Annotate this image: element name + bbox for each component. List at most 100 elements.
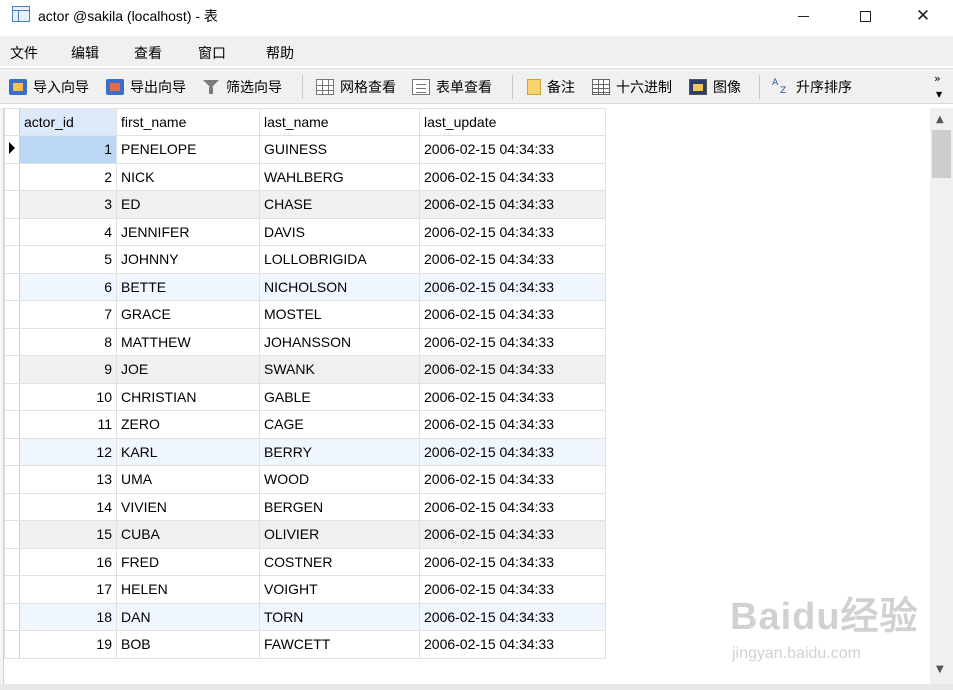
cell-last-name[interactable]: JOHANSSON	[259, 327, 420, 356]
row-indicator[interactable]	[4, 217, 20, 246]
row-indicator[interactable]	[4, 190, 20, 219]
cell-first-name[interactable]: GRACE	[116, 300, 260, 329]
cell-first-name[interactable]: BOB	[116, 630, 260, 659]
cell-last-name[interactable]: MOSTEL	[259, 300, 420, 329]
table-row[interactable]: 6 BETTE NICHOLSON 2006-02-15 04:34:33	[4, 272, 606, 301]
cell-first-name[interactable]: CHRISTIAN	[116, 382, 260, 411]
cell-last-name[interactable]: TORN	[259, 602, 420, 631]
cell-last-name[interactable]: CHASE	[259, 190, 420, 219]
cell-actor-id[interactable]: 19	[19, 630, 117, 659]
import-wizard-button[interactable]: 导入向导	[9, 77, 89, 97]
cell-actor-id[interactable]: 5	[19, 245, 117, 274]
export-wizard-button[interactable]: 导出向导	[106, 77, 186, 97]
cell-first-name[interactable]: UMA	[116, 465, 260, 494]
cell-last-name[interactable]: WOOD	[259, 465, 420, 494]
cell-first-name[interactable]: JOE	[116, 355, 260, 384]
cell-last-update[interactable]: 2006-02-15 04:34:33	[419, 272, 606, 301]
table-row[interactable]: 19 BOB FAWCETT 2006-02-15 04:34:33	[4, 630, 606, 659]
row-indicator[interactable]	[4, 410, 20, 439]
row-indicator[interactable]	[4, 520, 20, 549]
sort-ascending-button[interactable]: 升序排序	[772, 77, 852, 97]
cell-last-update[interactable]: 2006-02-15 04:34:33	[419, 162, 606, 191]
maximize-button[interactable]	[842, 0, 888, 32]
cell-first-name[interactable]: CUBA	[116, 520, 260, 549]
cell-last-name[interactable]: GUINESS	[259, 135, 420, 164]
cell-last-update[interactable]: 2006-02-15 04:34:33	[419, 217, 606, 246]
table-row[interactable]: 5 JOHNNY LOLLOBRIGIDA 2006-02-15 04:34:33	[4, 245, 606, 274]
cell-last-name[interactable]: VOIGHT	[259, 575, 420, 604]
vertical-scrollbar[interactable]: ▲ ▼	[930, 108, 953, 684]
cell-actor-id[interactable]: 12	[19, 437, 117, 466]
cell-last-name[interactable]: BERGEN	[259, 492, 420, 521]
hex-button[interactable]: 十六进制	[592, 77, 672, 97]
cell-first-name[interactable]: MATTHEW	[116, 327, 260, 356]
cell-last-update[interactable]: 2006-02-15 04:34:33	[419, 410, 606, 439]
cell-last-name[interactable]: GABLE	[259, 382, 420, 411]
row-indicator[interactable]	[4, 630, 20, 659]
scroll-down-icon[interactable]: ▼	[936, 664, 944, 675]
table-row[interactable]: 2 NICK WAHLBERG 2006-02-15 04:34:33	[4, 162, 606, 191]
table-row[interactable]: 10 CHRISTIAN GABLE 2006-02-15 04:34:33	[4, 382, 606, 411]
cell-first-name[interactable]: HELEN	[116, 575, 260, 604]
cell-last-name[interactable]: COSTNER	[259, 547, 420, 576]
table-row[interactable]: 8 MATTHEW JOHANSSON 2006-02-15 04:34:33	[4, 327, 606, 356]
table-row[interactable]: 17 HELEN VOIGHT 2006-02-15 04:34:33	[4, 575, 606, 604]
cell-actor-id[interactable]: 14	[19, 492, 117, 521]
cell-first-name[interactable]: KARL	[116, 437, 260, 466]
menu-file[interactable]: 文件	[10, 43, 38, 63]
cell-actor-id[interactable]: 15	[19, 520, 117, 549]
table-row[interactable]: 12 KARL BERRY 2006-02-15 04:34:33	[4, 437, 606, 466]
table-row[interactable]: 14 VIVIEN BERGEN 2006-02-15 04:34:33	[4, 492, 606, 521]
filter-wizard-button[interactable]: 筛选向导	[202, 77, 282, 97]
table-row[interactable]: 7 GRACE MOSTEL 2006-02-15 04:34:33	[4, 300, 606, 329]
table-row[interactable]: 1 PENELOPE GUINESS 2006-02-15 04:34:33	[4, 135, 606, 164]
cell-first-name[interactable]: JENNIFER	[116, 217, 260, 246]
grid-view-button[interactable]: 网格查看	[316, 77, 396, 97]
cell-actor-id[interactable]: 17	[19, 575, 117, 604]
cell-first-name[interactable]: DAN	[116, 602, 260, 631]
cell-first-name[interactable]: JOHNNY	[116, 245, 260, 274]
scroll-thumb[interactable]	[932, 130, 951, 178]
table-row[interactable]: 3 ED CHASE 2006-02-15 04:34:33	[4, 190, 606, 219]
cell-first-name[interactable]: PENELOPE	[116, 135, 260, 164]
cell-actor-id[interactable]: 1	[19, 135, 117, 164]
column-header-last-name[interactable]: last_name	[259, 108, 420, 136]
row-indicator[interactable]	[4, 602, 20, 631]
cell-actor-id[interactable]: 16	[19, 547, 117, 576]
row-indicator[interactable]	[4, 575, 20, 604]
cell-last-update[interactable]: 2006-02-15 04:34:33	[419, 547, 606, 576]
toolbar-overflow-icon[interactable]: »	[934, 73, 941, 84]
row-indicator[interactable]	[4, 327, 20, 356]
cell-actor-id[interactable]: 18	[19, 602, 117, 631]
cell-actor-id[interactable]: 2	[19, 162, 117, 191]
menu-window[interactable]: 窗口	[198, 43, 226, 63]
column-header-actor-id[interactable]: actor_id	[19, 108, 117, 136]
minimize-button[interactable]	[780, 0, 826, 32]
column-header-first-name[interactable]: first_name	[116, 108, 260, 136]
cell-last-update[interactable]: 2006-02-15 04:34:33	[419, 135, 606, 164]
cell-first-name[interactable]: VIVIEN	[116, 492, 260, 521]
cell-actor-id[interactable]: 10	[19, 382, 117, 411]
cell-last-update[interactable]: 2006-02-15 04:34:33	[419, 492, 606, 521]
row-indicator[interactable]	[4, 300, 20, 329]
row-indicator[interactable]	[4, 465, 20, 494]
row-indicator[interactable]	[4, 492, 20, 521]
cell-last-name[interactable]: FAWCETT	[259, 630, 420, 659]
row-indicator[interactable]	[4, 437, 20, 466]
horizontal-scrollbar[interactable]	[0, 684, 953, 690]
cell-last-update[interactable]: 2006-02-15 04:34:33	[419, 602, 606, 631]
cell-last-update[interactable]: 2006-02-15 04:34:33	[419, 382, 606, 411]
cell-last-name[interactable]: SWANK	[259, 355, 420, 384]
table-row[interactable]: 18 DAN TORN 2006-02-15 04:34:33	[4, 602, 606, 631]
cell-first-name[interactable]: ED	[116, 190, 260, 219]
cell-last-update[interactable]: 2006-02-15 04:34:33	[419, 630, 606, 659]
cell-last-name[interactable]: OLIVIER	[259, 520, 420, 549]
cell-actor-id[interactable]: 7	[19, 300, 117, 329]
table-row[interactable]: 16 FRED COSTNER 2006-02-15 04:34:33	[4, 547, 606, 576]
table-row[interactable]: 11 ZERO CAGE 2006-02-15 04:34:33	[4, 410, 606, 439]
cell-actor-id[interactable]: 8	[19, 327, 117, 356]
table-row[interactable]: 15 CUBA OLIVIER 2006-02-15 04:34:33	[4, 520, 606, 549]
row-indicator[interactable]	[4, 355, 20, 384]
cell-last-name[interactable]: DAVIS	[259, 217, 420, 246]
row-indicator[interactable]	[4, 272, 20, 301]
